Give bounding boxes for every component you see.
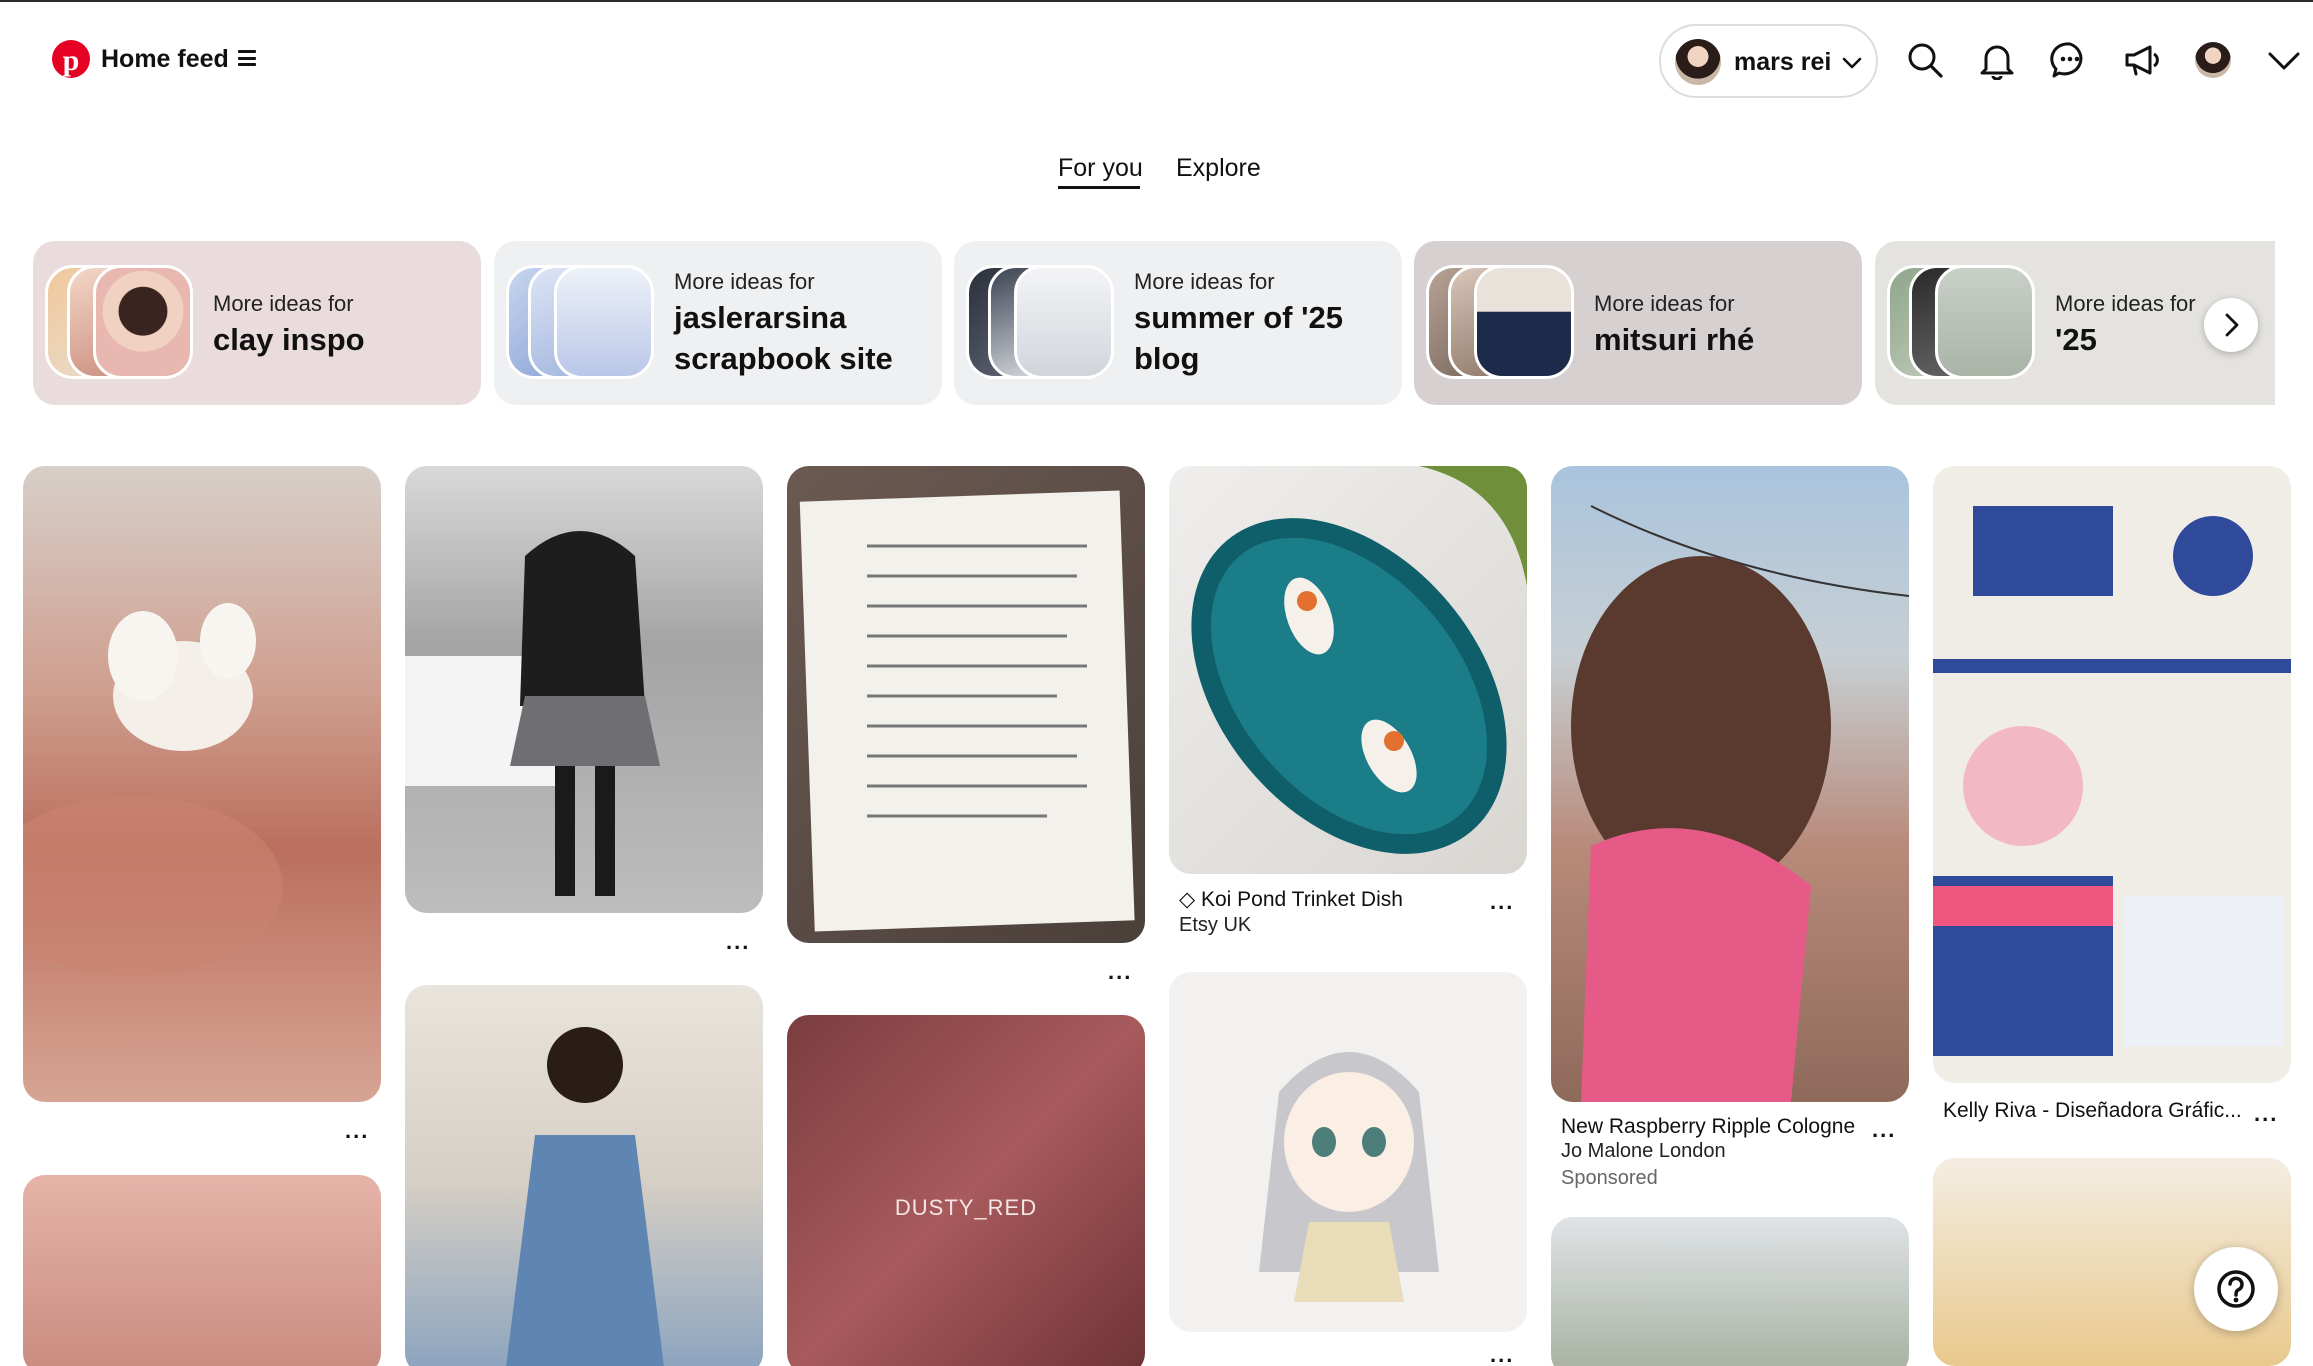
- more-options-button[interactable]: ...: [1108, 959, 1132, 985]
- pinterest-logo-icon[interactable]: p: [52, 40, 90, 78]
- question-icon: [2217, 1270, 2255, 1308]
- idea-thumbnails: [506, 265, 666, 383]
- pin-image-anime-sketch[interactable]: [1169, 972, 1527, 1332]
- more-options-button[interactable]: ...: [345, 1118, 369, 1144]
- hair-overlay-text: DUSTY_RED: [894, 1195, 1038, 1220]
- idea-title: clay inspo: [213, 322, 365, 357]
- more-options-button[interactable]: ...: [1490, 1342, 1514, 1366]
- idea-card-mitsuri[interactable]: More ideas for mitsuri rhé: [1414, 241, 1862, 405]
- idea-kicker: More ideas for: [1134, 269, 1275, 294]
- pin-image-textbook[interactable]: [787, 466, 1145, 943]
- pin-image-cologne-ad[interactable]: [1551, 466, 1909, 1102]
- clay-bunny-illustration: [23, 603, 283, 976]
- menu-icon[interactable]: [238, 50, 256, 66]
- idea-kicker: More ideas for: [674, 269, 815, 294]
- more-options-button[interactable]: ...: [1872, 1117, 1896, 1143]
- idea-thumbnails: [966, 265, 1126, 383]
- avatar: [1675, 39, 1721, 85]
- idea-title: '25: [2055, 322, 2097, 357]
- idea-title: summer of '25 blog: [1134, 300, 1343, 376]
- messages-icon[interactable]: [2050, 40, 2090, 80]
- pin-image-portfolio[interactable]: [1933, 466, 2291, 1083]
- account-switcher-button[interactable]: mars rei: [1659, 24, 1878, 98]
- idea-thumbnails: [1887, 265, 2047, 383]
- pin-title[interactable]: ◇ Koi Pond Trinket Dish: [1179, 887, 1403, 912]
- pin-source[interactable]: Etsy UK: [1179, 914, 1251, 937]
- pin-image-outfit-grey-skirt[interactable]: [405, 466, 763, 913]
- carousel-next-button[interactable]: [2204, 298, 2258, 352]
- search-icon[interactable]: [1905, 40, 1945, 80]
- tab-explore[interactable]: Explore: [1176, 154, 1261, 183]
- pin-source[interactable]: Jo Malone London: [1561, 1140, 1726, 1163]
- more-options-button[interactable]: ...: [1490, 889, 1514, 915]
- tab-for-you[interactable]: For you: [1058, 154, 1143, 183]
- pin-image-dusty-red-hair[interactable]: DUSTY_RED: [787, 1015, 1145, 1366]
- chevron-right-icon: [2225, 313, 2239, 337]
- window-top-border: [0, 0, 2313, 2]
- chevron-down-icon: [1842, 57, 1862, 69]
- idea-thumbnails: [1426, 265, 1586, 383]
- pin-image-ear-piercing[interactable]: [23, 1175, 381, 1366]
- bell-icon[interactable]: [1977, 40, 2017, 80]
- idea-card-summer-blog[interactable]: More ideas for summer of '25 blog: [954, 241, 1402, 405]
- chevron-down-icon[interactable]: [2264, 40, 2304, 80]
- page-title[interactable]: Home feed: [101, 45, 229, 74]
- account-name: mars rei: [1734, 48, 1832, 76]
- tag-icon: ◇: [1179, 888, 1201, 911]
- megaphone-icon[interactable]: [2122, 40, 2162, 80]
- tab-active-underline: [1058, 186, 1140, 189]
- pin-image-koi-dish[interactable]: [1169, 466, 1527, 874]
- idea-card-scrapbook-site[interactable]: More ideas for jaslerarsina scrapbook si…: [494, 241, 942, 405]
- pin-image-mannequins[interactable]: [1551, 1217, 1909, 1366]
- idea-kicker: More ideas for: [2055, 291, 2196, 316]
- idea-title: jaslerarsina scrapbook site: [674, 300, 893, 376]
- idea-kicker: More ideas for: [1594, 291, 1735, 316]
- more-options-button[interactable]: ...: [726, 929, 750, 955]
- svg-text:p: p: [63, 44, 80, 77]
- avatar[interactable]: [2195, 42, 2231, 78]
- pin-image-denim-dress[interactable]: [405, 985, 763, 1366]
- idea-thumbnails: [45, 265, 205, 383]
- pin-title[interactable]: Kelly Riva - Diseñadora Gráfic...: [1943, 1099, 2242, 1123]
- sponsored-label: Sponsored: [1561, 1167, 1658, 1189]
- idea-title: mitsuri rhé: [1594, 322, 1755, 357]
- idea-kicker: More ideas for: [213, 291, 354, 316]
- pin-title[interactable]: New Raspberry Ripple Cologne: [1561, 1115, 1855, 1139]
- more-options-button[interactable]: ...: [2254, 1101, 2278, 1127]
- help-button[interactable]: [2194, 1247, 2278, 1331]
- idea-card-clay-inspo[interactable]: More ideas for clay inspo: [33, 241, 481, 405]
- pin-image-clay-figure[interactable]: [23, 466, 381, 1102]
